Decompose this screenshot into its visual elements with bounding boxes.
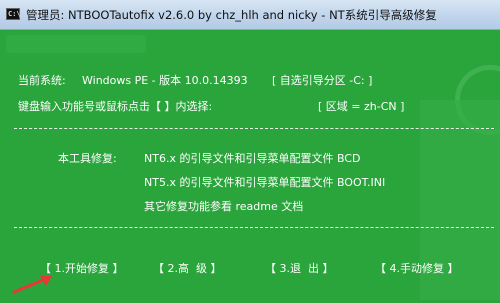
pointer-arrow-icon: [12, 276, 52, 294]
console-area: 当前系统: Windows PE - 版本 10.0.14393 [ 自选引导分…: [0, 30, 500, 303]
background-artifact: [6, 35, 146, 53]
divider-top: [14, 128, 494, 129]
current-system-label: 当前系统:: [18, 74, 66, 87]
exit-button[interactable]: 【 3.退 出 】: [265, 260, 333, 276]
title-bar[interactable]: C:\ 管理员: NTBOOTautofix v2.6.0 by chz_hlh…: [0, 0, 500, 30]
divider-bottom: [14, 227, 494, 228]
info-line-nt6: NT6.x 的引导文件和引导菜单配置文件 BCD: [144, 152, 361, 165]
info-line-nt5: NT5.x 的引导文件和引导菜单配置文件 BOOT.INI: [144, 176, 386, 189]
advanced-button[interactable]: 【 2.高 级 】: [153, 260, 221, 276]
partition-selector[interactable]: [ 自选引导分区 -C: ]: [272, 72, 372, 88]
info-label: 本工具修复:: [58, 152, 117, 165]
manual-repair-button[interactable]: 【 4.手动修复 】: [375, 260, 459, 276]
current-system-value: Windows PE - 版本 10.0.14393: [82, 74, 248, 87]
cmd-icon: C:\: [6, 8, 21, 20]
info-line-readme: 其它修复功能参看 readme 文档: [144, 200, 304, 213]
window-title: 管理员: NTBOOTautofix v2.6.0 by chz_hlh and…: [26, 8, 437, 22]
region-selector[interactable]: [ 区域 = zh-CN ]: [318, 98, 404, 114]
input-prompt: 键盘输入功能号或鼠标点击【 】内选择:: [18, 100, 213, 113]
